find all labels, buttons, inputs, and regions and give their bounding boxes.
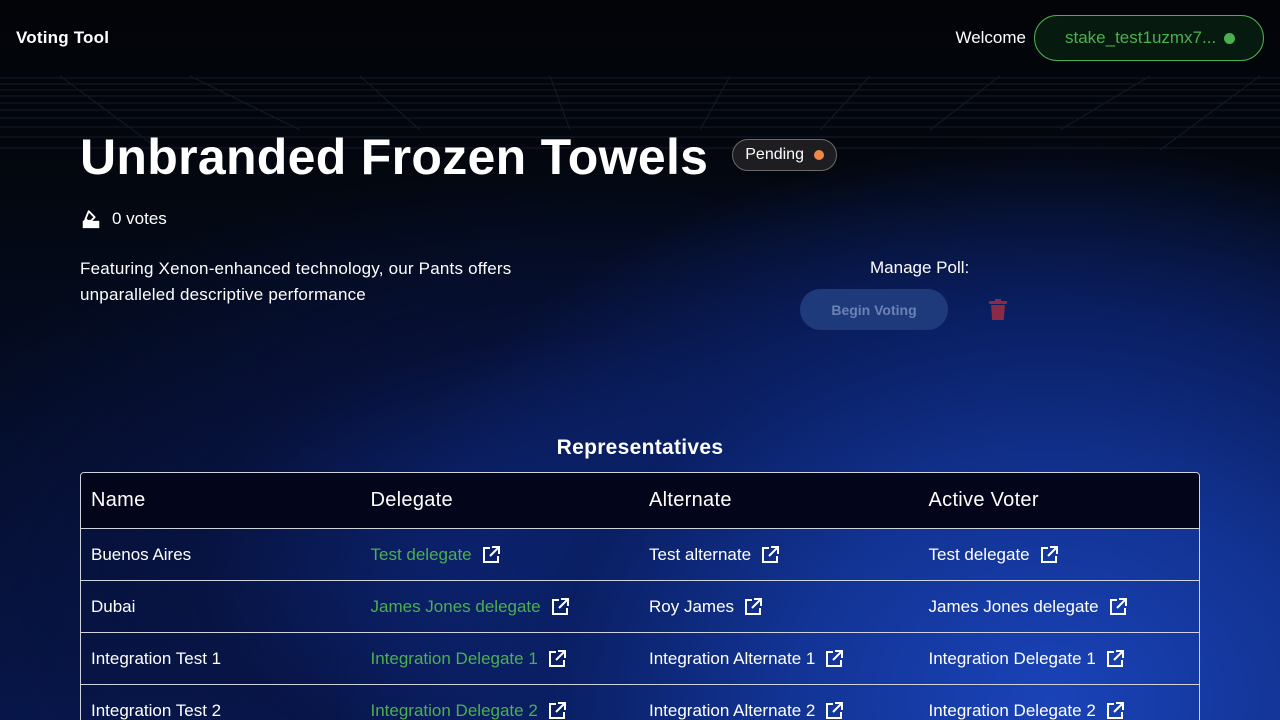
active-voter-link[interactable]: Integration Delegate 1 <box>919 649 1200 669</box>
active-voter-link[interactable]: Integration Delegate 2 <box>919 701 1200 720</box>
external-link-icon[interactable] <box>551 597 569 616</box>
active-voter-label: Integration Delegate 1 <box>928 648 1096 668</box>
external-link-icon[interactable] <box>1106 649 1124 668</box>
table-row: Dubai James Jones delegate Roy James Jam… <box>81 581 1199 633</box>
active-voter-link[interactable]: James Jones delegate <box>919 597 1200 617</box>
poll-description: Featuring Xenon-enhanced technology, our… <box>80 259 512 304</box>
active-voter-link[interactable]: Test delegate <box>919 545 1200 565</box>
status-label: Pending <box>745 146 804 163</box>
external-link-icon[interactable] <box>1109 597 1127 616</box>
wallet-address: stake_test1uzmx7... <box>1065 28 1217 47</box>
status-dot <box>813 150 824 160</box>
connection-status-dot <box>1224 32 1235 44</box>
table-header: Name Delegate Alternate Active Voter <box>81 473 1199 529</box>
external-link-icon[interactable] <box>825 701 844 720</box>
alternate-link[interactable]: Integration Alternate 2 <box>639 701 919 720</box>
welcome-label: Welcome <box>955 28 1026 47</box>
delegate-label: James Jones delegate <box>370 596 541 616</box>
wallet-button[interactable]: stake_test1uzmx7... <box>1034 15 1264 61</box>
table-row: Integration Test 1 Integration Delegate … <box>81 633 1199 685</box>
alternate-link[interactable]: Roy James <box>639 597 919 617</box>
manage-poll-label: Manage Poll: <box>870 258 970 277</box>
poll-header: Unbranded Frozen Towels Pending <box>80 128 837 186</box>
column-header-name: Name <box>91 489 146 511</box>
begin-voting-button[interactable]: Begin Voting <box>800 289 948 330</box>
column-header-active-voter: Active Voter <box>928 489 1039 511</box>
column-header-delegate: Delegate <box>370 489 453 511</box>
external-link-icon[interactable] <box>482 545 500 564</box>
external-link-icon[interactable] <box>1040 545 1058 564</box>
table-row: Buenos Aires Test delegate Test alternat… <box>81 529 1199 581</box>
external-link-icon[interactable] <box>548 649 566 668</box>
rep-name: Integration Test 1 <box>91 648 222 668</box>
top-bar: Voting Tool Welcome stake_test1uzmx7... <box>0 0 1280 76</box>
delegate-link[interactable]: Test delegate <box>361 545 640 565</box>
active-voter-label: Integration Delegate 2 <box>928 700 1096 720</box>
alternate-label: Test alternate <box>649 544 752 564</box>
vote-count-label: 0 votes <box>112 209 167 228</box>
representatives-table: Name Delegate Alternate Active Voter Bue… <box>80 472 1200 720</box>
rep-name: Integration Test 2 <box>91 700 222 720</box>
delegate-label: Integration Delegate 2 <box>370 700 538 720</box>
external-link-icon[interactable] <box>761 545 780 564</box>
delegate-label: Integration Delegate 1 <box>370 648 538 668</box>
delegate-label: Test delegate <box>370 544 472 564</box>
active-voter-label: James Jones delegate <box>928 596 1099 616</box>
delegate-link[interactable]: Integration Delegate 1 <box>361 649 640 669</box>
ballot-box-icon <box>82 210 100 229</box>
alternate-label: Integration Alternate 2 <box>649 700 816 720</box>
poll-title: Unbranded Frozen Towels <box>80 129 709 185</box>
delegate-link[interactable]: James Jones delegate <box>361 597 640 617</box>
app-title[interactable]: Voting Tool <box>16 28 109 48</box>
table-row: Integration Test 2 Integration Delegate … <box>81 685 1199 720</box>
alternate-label: Integration Alternate 1 <box>649 648 816 668</box>
status-badge: Pending <box>732 139 837 171</box>
delegate-link[interactable]: Integration Delegate 2 <box>361 701 640 720</box>
trash-icon[interactable] <box>988 299 1008 321</box>
external-link-icon[interactable] <box>548 701 566 720</box>
alternate-link[interactable]: Test alternate <box>639 545 919 565</box>
alternate-label: Roy James <box>649 596 735 616</box>
external-link-icon[interactable] <box>825 649 844 668</box>
external-link-icon[interactable] <box>744 597 763 616</box>
vote-count: 0 votes <box>80 208 167 230</box>
rep-name: Buenos Aires <box>91 544 192 564</box>
column-header-alternate: Alternate <box>649 489 732 511</box>
representatives-title: Representatives <box>556 436 724 459</box>
rep-name: Dubai <box>91 596 136 616</box>
user-area: Welcome stake_test1uzmx7... <box>955 15 1264 61</box>
active-voter-label: Test delegate <box>928 544 1030 564</box>
alternate-link[interactable]: Integration Alternate 1 <box>639 649 919 669</box>
external-link-icon[interactable] <box>1106 701 1124 720</box>
